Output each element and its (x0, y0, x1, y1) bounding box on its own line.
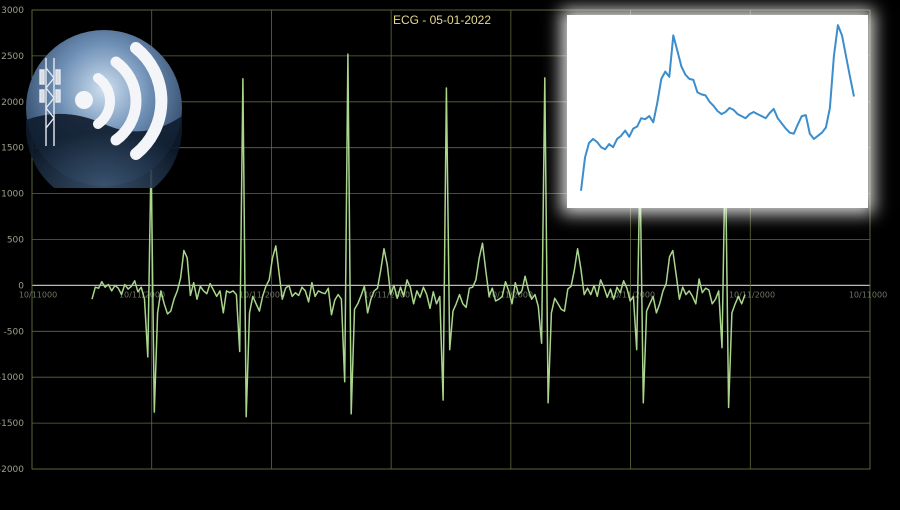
cell-tower-wifi-logo (26, 30, 182, 188)
y-tick-label: -1000 (0, 373, 24, 383)
y-tick-label: 1500 (1, 144, 24, 154)
y-tick-label: 2000 (1, 98, 24, 108)
y-tick-label: 2500 (1, 52, 24, 62)
x-tick-label: 10/11000 (849, 290, 887, 299)
chart-title: ECG - 05-01-2022 (393, 13, 491, 27)
inset-series-line (580, 24, 855, 191)
inset-series (580, 24, 855, 191)
y-tick-label: 3000 (1, 6, 24, 16)
y-tick-label: -2000 (0, 465, 24, 475)
y-tick-label: -1500 (0, 419, 24, 429)
inset-line-chart (580, 24, 855, 191)
ecg-chart-panel: 3000 2500 2000 1500 1000 500 0 -500 -1000 -1500 -2… (0, 0, 900, 510)
inset-chart-card (567, 15, 868, 208)
x-tick-label: 10/11/2000 (729, 290, 775, 299)
y-tick-label: 500 (7, 236, 24, 246)
y-tick-label: 1000 (1, 190, 24, 200)
y-tick-label: -500 (4, 327, 25, 337)
x-tick-label: 10/11000 (19, 290, 57, 299)
